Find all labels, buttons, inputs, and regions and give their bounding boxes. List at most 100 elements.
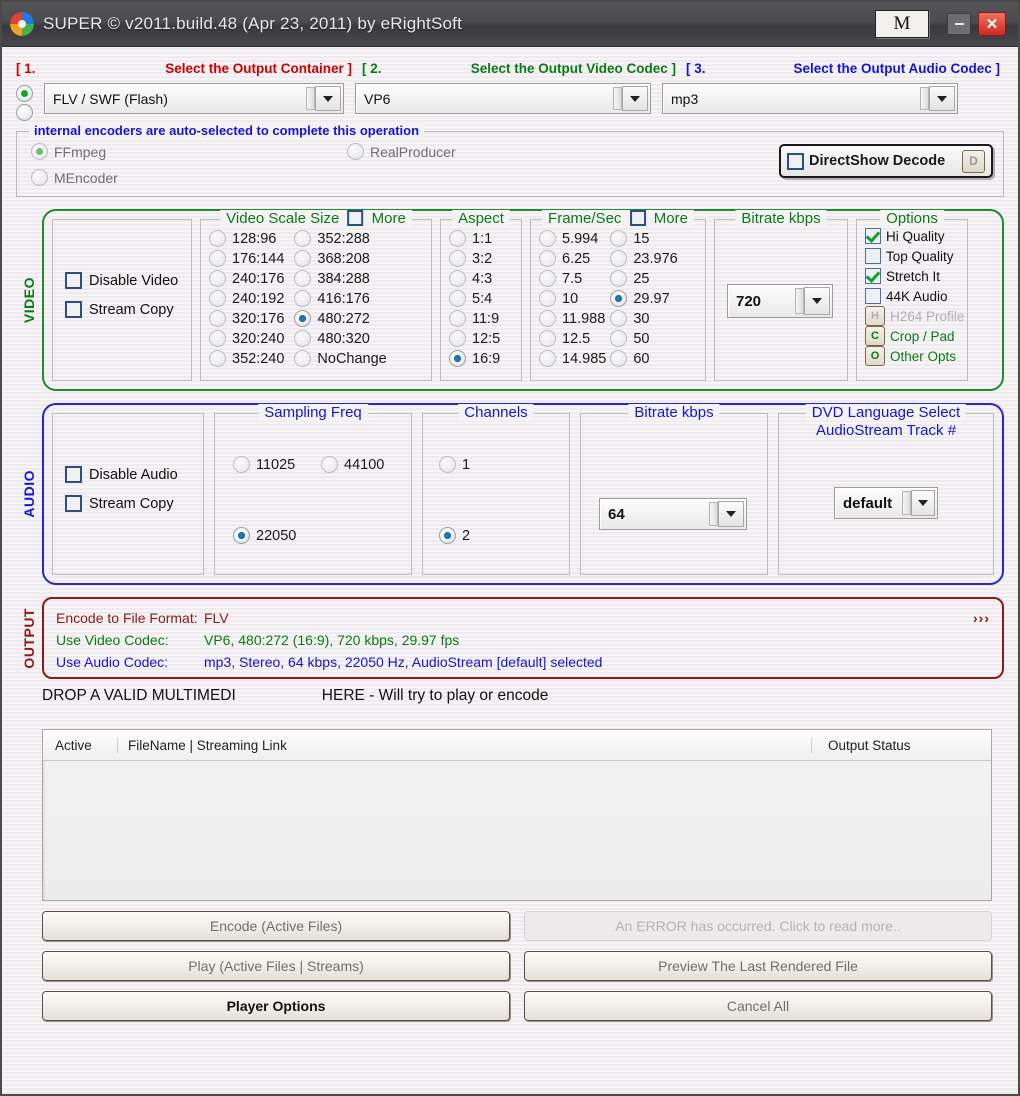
radio-icon[interactable]: [209, 230, 226, 247]
scale-option-368-208[interactable]: 368:208: [294, 250, 386, 267]
radio-icon[interactable]: [449, 270, 466, 287]
radio-icon[interactable]: [449, 230, 466, 247]
radio-icon[interactable]: [233, 527, 250, 544]
radio-icon[interactable]: [439, 456, 456, 473]
encoder-option-ffmpeg[interactable]: FFmpeg: [31, 143, 106, 160]
chevron-down-icon[interactable]: [315, 86, 341, 111]
fps-option-30[interactable]: 30: [610, 310, 677, 327]
encode-button[interactable]: Encode (Active Files): [42, 911, 510, 941]
error-button[interactable]: An ERROR has occurred. Click to read mor…: [524, 911, 992, 941]
video-option-top-quality[interactable]: Top Quality: [865, 246, 961, 266]
radio-icon[interactable]: [233, 456, 250, 473]
radio-icon[interactable]: [294, 250, 312, 267]
video-stream-copy-checkbox[interactable]: [65, 301, 82, 318]
radio-icon[interactable]: [449, 250, 466, 267]
radio-icon[interactable]: [294, 230, 312, 247]
radio-icon[interactable]: [31, 169, 48, 186]
radio-icon[interactable]: [539, 350, 556, 367]
radio-icon[interactable]: [294, 310, 312, 327]
chevron-down-icon[interactable]: [911, 490, 935, 516]
disable-video-checkbox[interactable]: [65, 272, 82, 289]
scale-option-320-240[interactable]: 320:240: [209, 330, 284, 347]
fps-option-5-994[interactable]: 5.994: [539, 230, 606, 247]
option-key-icon[interactable]: H: [865, 306, 885, 326]
aspect-option-3-2[interactable]: 3:2: [449, 250, 500, 267]
checkbox-icon[interactable]: [865, 288, 881, 304]
aspect-option-12-5[interactable]: 12:5: [449, 330, 500, 347]
dvd-audiostream-select[interactable]: default: [834, 487, 938, 519]
source-mode-radio-2[interactable]: [16, 104, 33, 121]
video-bitrate-select[interactable]: 720: [727, 284, 833, 318]
menu-m-button[interactable]: M: [875, 10, 929, 38]
radio-icon[interactable]: [294, 330, 312, 347]
checkbox-icon[interactable]: [865, 248, 881, 264]
fps-option-11-988[interactable]: 11.988: [539, 310, 606, 327]
disable-audio-checkbox[interactable]: [65, 466, 82, 483]
aspect-option-4-3[interactable]: 4:3: [449, 270, 500, 287]
fps-option-10[interactable]: 10: [539, 290, 606, 307]
scale-option-352-240[interactable]: 352:240: [209, 350, 284, 367]
video-option-hi-quality[interactable]: Hi Quality: [865, 226, 961, 246]
scale-option-nochange[interactable]: NoChange: [294, 350, 387, 367]
radio-icon[interactable]: [449, 310, 466, 327]
radio-icon[interactable]: [610, 250, 628, 267]
radio-icon[interactable]: [31, 143, 48, 160]
drop-hint[interactable]: DROP A VALID MULTIMEDI HERE - Will try t…: [42, 687, 1004, 705]
radio-icon[interactable]: [610, 350, 628, 367]
output-more-arrows[interactable]: ›››: [973, 607, 990, 629]
disable-audio-toggle[interactable]: Disable Audio: [65, 466, 203, 483]
output-video-codec-select[interactable]: VP6: [355, 83, 651, 114]
radio-icon[interactable]: [294, 270, 312, 287]
checkbox-icon[interactable]: [865, 228, 881, 244]
radio-icon[interactable]: [209, 270, 226, 287]
video-scale-more-checkbox[interactable]: [347, 210, 364, 226]
radio-icon[interactable]: [439, 527, 456, 544]
encoder-option-mencoder[interactable]: MEncoder: [31, 169, 118, 186]
fps-option-25[interactable]: 25: [610, 270, 677, 287]
radio-icon[interactable]: [449, 330, 466, 347]
cancel-all-button[interactable]: Cancel All: [524, 991, 992, 1021]
radio-icon[interactable]: [539, 250, 556, 267]
checkbox-icon[interactable]: [865, 268, 881, 284]
sampling-option-22050[interactable]: 22050: [233, 527, 296, 544]
radio-icon[interactable]: [347, 143, 364, 160]
scale-option-128-96[interactable]: 128:96: [209, 230, 284, 247]
radio-icon[interactable]: [294, 290, 312, 307]
radio-icon[interactable]: [610, 330, 628, 347]
fps-option-29-97[interactable]: 29.97: [610, 290, 677, 307]
preview-button[interactable]: Preview The Last Rendered File: [524, 951, 992, 981]
aspect-option-16-9[interactable]: 16:9: [449, 350, 500, 367]
minimize-button[interactable]: [947, 13, 971, 35]
fps-option-50[interactable]: 50: [610, 330, 677, 347]
encoder-option-realproducer[interactable]: RealProducer: [347, 143, 456, 160]
scale-option-240-192[interactable]: 240:192: [209, 290, 284, 307]
video-stream-copy-toggle[interactable]: Stream Copy: [65, 301, 191, 318]
option-key-icon[interactable]: O: [865, 346, 885, 366]
disable-video-toggle[interactable]: Disable Video: [65, 272, 191, 289]
audio-stream-copy-checkbox[interactable]: [65, 495, 82, 512]
aspect-option-11-9[interactable]: 11:9: [449, 310, 500, 327]
video-option-44k-audio[interactable]: 44K Audio: [865, 286, 961, 306]
aspect-option-5-4[interactable]: 5:4: [449, 290, 500, 307]
scale-option-480-320[interactable]: 480:320: [294, 330, 386, 347]
video-option-crop-pad[interactable]: C Crop / Pad: [865, 326, 961, 346]
directshow-decode-button[interactable]: DirectShow Decode D: [779, 144, 993, 178]
source-mode-radio-group[interactable]: [16, 85, 40, 121]
fps-option-14-985[interactable]: 14.985: [539, 350, 606, 367]
fps-option-23-976[interactable]: 23.976: [610, 250, 678, 267]
sampling-option-44100[interactable]: 44100: [321, 456, 384, 473]
fps-option-15[interactable]: 15: [610, 230, 677, 247]
scale-option-176-144[interactable]: 176:144: [209, 250, 284, 267]
scale-option-320-176[interactable]: 320:176: [209, 310, 284, 327]
aspect-option-1-1[interactable]: 1:1: [449, 230, 500, 247]
radio-icon[interactable]: [321, 456, 338, 473]
directshow-decode-checkbox[interactable]: [787, 152, 804, 170]
scale-option-384-288[interactable]: 384:288: [294, 270, 386, 287]
radio-icon[interactable]: [610, 270, 628, 287]
sampling-option-11025[interactable]: 11025: [233, 456, 295, 473]
radio-icon[interactable]: [539, 310, 556, 327]
channels-option-1[interactable]: 1: [439, 456, 470, 473]
radio-icon[interactable]: [539, 270, 556, 287]
radio-icon[interactable]: [209, 310, 226, 327]
chevron-down-icon[interactable]: [804, 287, 830, 315]
